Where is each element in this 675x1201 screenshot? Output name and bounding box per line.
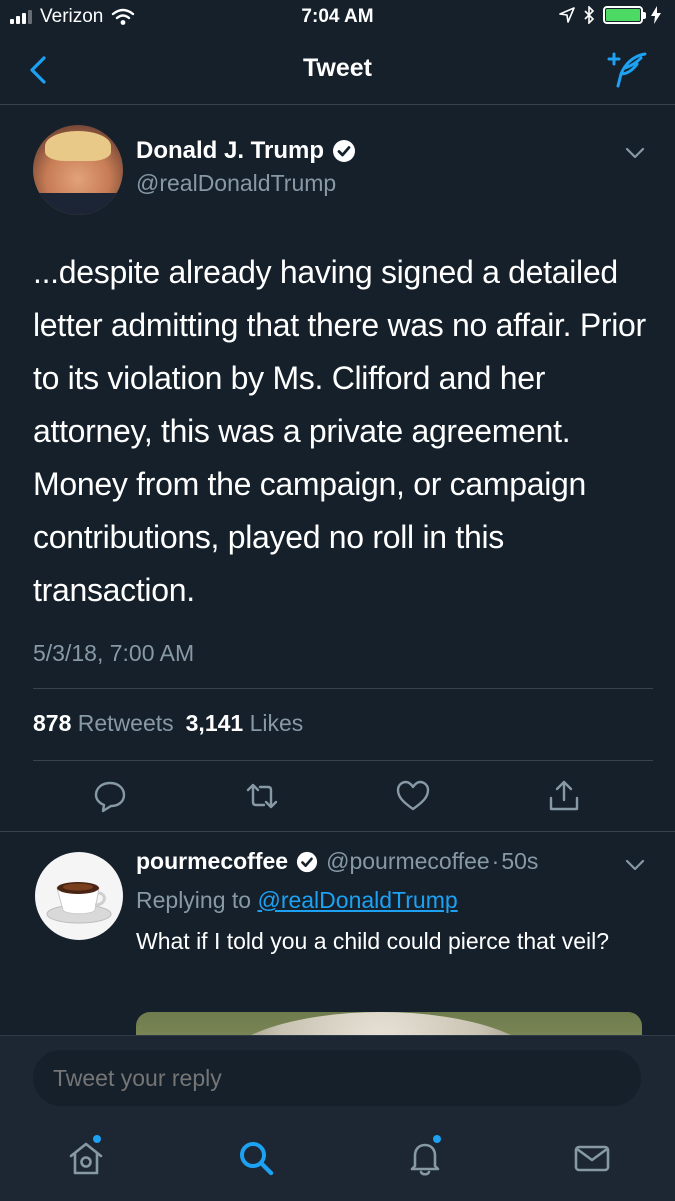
location-icon — [559, 7, 575, 23]
likes-count: 3,141 — [185, 710, 244, 736]
like-heart-icon[interactable] — [395, 778, 431, 814]
bluetooth-icon — [584, 6, 595, 24]
author-name: Donald J. Trump — [136, 137, 325, 164]
reply-icon[interactable] — [92, 778, 128, 814]
status-right — [559, 6, 661, 24]
compose-tweet-icon[interactable] — [605, 50, 649, 90]
tweet-text: ...despite already having signed a detai… — [33, 254, 646, 608]
reply-time-ago: 50s — [501, 848, 539, 874]
retweets-label: Retweets — [77, 710, 174, 736]
divider — [0, 831, 675, 832]
coffee-cup-icon — [46, 882, 112, 924]
author-name-row[interactable]: Donald J. Trump — [136, 137, 356, 165]
replying-label: Replying to — [136, 887, 252, 913]
tweet-reply-input[interactable] — [33, 1050, 641, 1106]
retweet-icon[interactable] — [244, 778, 280, 814]
home-icon[interactable] — [66, 1138, 106, 1178]
reply-author-name: pourmecoffee — [136, 848, 289, 874]
battery-icon — [603, 6, 646, 24]
notifications-icon[interactable] — [405, 1138, 445, 1178]
divider — [33, 688, 653, 689]
reply-header[interactable]: pourmecoffee @pourmecoffee · 50s — [136, 848, 538, 875]
retweets-stat[interactable]: 878 Retweets — [33, 710, 174, 737]
reply-text: What if I told you a child could pierce … — [136, 928, 610, 954]
messages-icon[interactable] — [572, 1138, 612, 1178]
chevron-down-icon[interactable] — [625, 146, 645, 160]
divider — [33, 760, 653, 761]
author-avatar[interactable] — [33, 125, 123, 215]
home-notification-dot — [93, 1135, 101, 1143]
reply-separator: · — [491, 848, 500, 874]
notifications-dot — [433, 1135, 441, 1143]
replying-to: Replying to @realDonaldTrump — [136, 887, 458, 914]
nav-bar: Tweet — [0, 34, 675, 105]
reply-author-handle: @pourmecoffee — [326, 848, 490, 874]
share-icon[interactable] — [546, 778, 582, 814]
verified-badge-icon — [333, 140, 356, 162]
retweets-count: 878 — [33, 710, 72, 736]
charging-icon — [651, 6, 661, 24]
page-title: Tweet — [303, 54, 372, 82]
status-bar: Verizon 7:04 AM — [0, 0, 675, 34]
replying-to-link[interactable]: @realDonaldTrump — [257, 887, 457, 913]
author-handle[interactable]: @realDonaldTrump — [136, 170, 336, 197]
likes-label: Likes — [249, 710, 304, 736]
verified-badge-icon — [297, 851, 318, 872]
chevron-down-icon[interactable] — [625, 858, 645, 872]
search-icon[interactable] — [236, 1138, 276, 1178]
likes-stat[interactable]: 3,141 Likes — [186, 710, 304, 737]
tweet-stats: 878 Retweets 3,141 Likes — [33, 710, 303, 737]
reply-author-avatar[interactable] — [35, 852, 123, 940]
tweet-timestamp: 5/3/18, 7:00 AM — [33, 640, 195, 666]
